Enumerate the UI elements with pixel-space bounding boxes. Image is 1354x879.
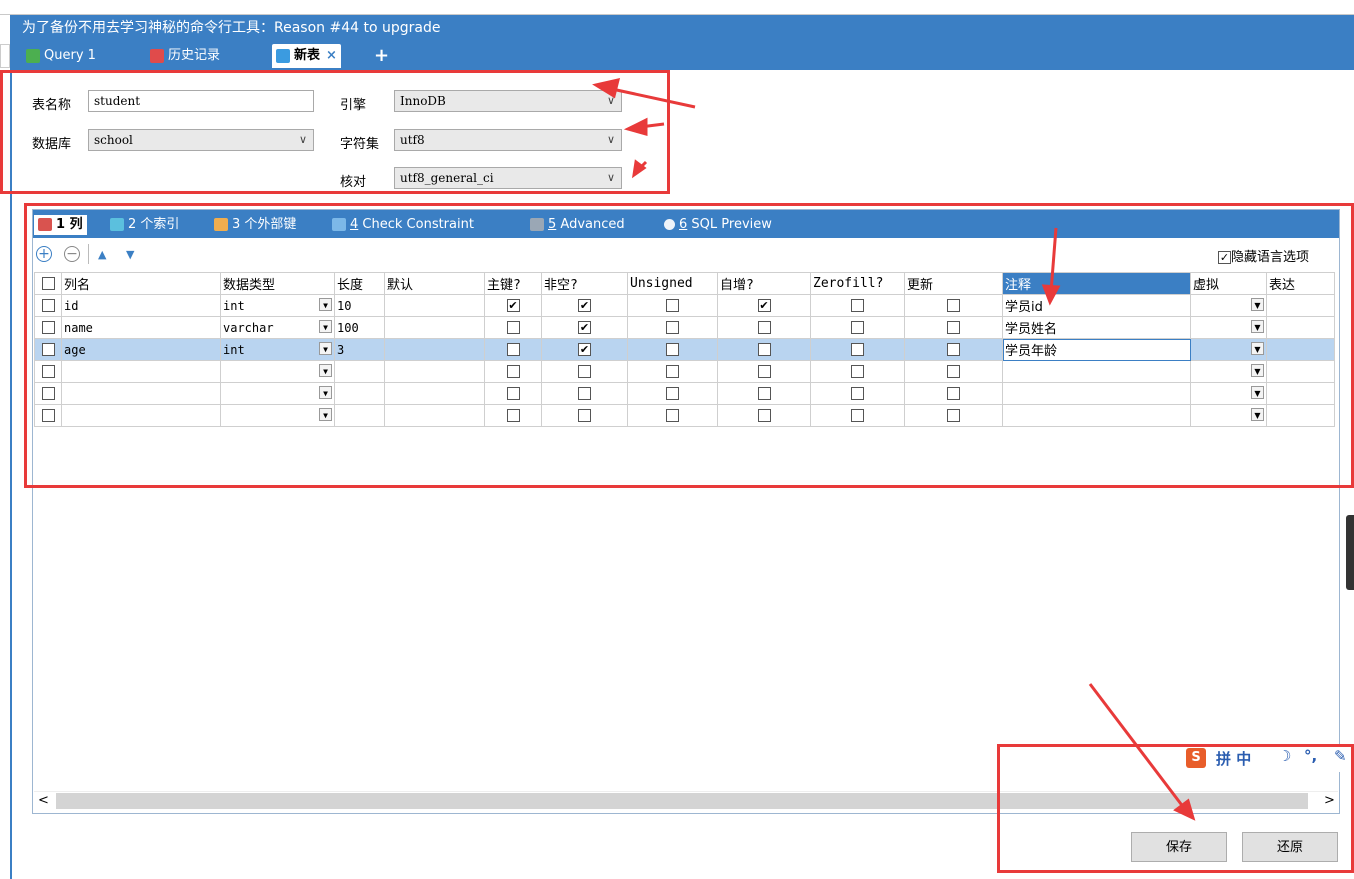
arrow-line [1049,227,1058,293]
arrow-head [1173,798,1196,821]
arrow-head [1041,284,1061,306]
arrow-head [592,77,621,99]
arrow-line [611,87,696,109]
annotation-arrows [592,77,1196,821]
arrow-line [1088,683,1186,809]
arrow-head [623,117,648,136]
